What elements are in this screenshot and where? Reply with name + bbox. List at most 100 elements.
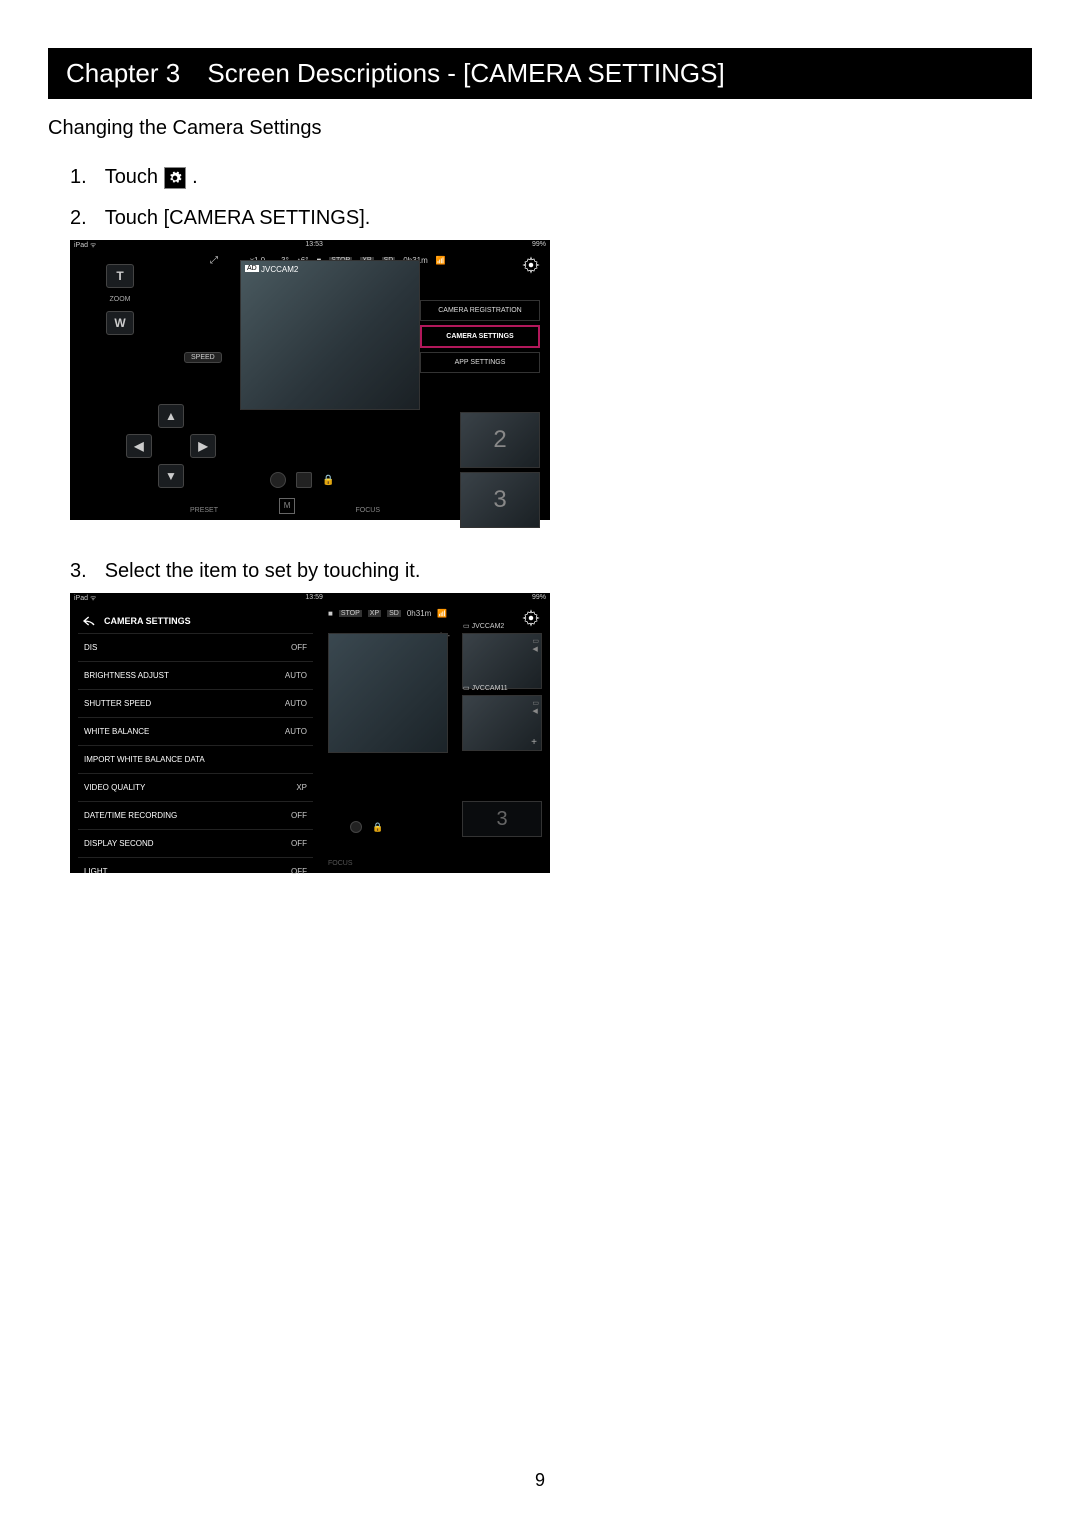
camera-tile-3[interactable]: 3 (462, 801, 542, 837)
camera-live-view[interactable] (328, 633, 448, 753)
chapter-title: Screen Descriptions - [CAMERA SETTINGS] (207, 58, 724, 88)
chapter-number: Chapter 3 (66, 58, 180, 88)
settings-row-value: AUTO (285, 671, 307, 680)
screenshot-2-container: iPad ᯤ 13:59 99% CAMERA SETTINGS DIS OFF B… (70, 593, 1032, 873)
step-1-num: 1. (70, 166, 87, 189)
step-2: 2. Touch [CAMERA SETTINGS]. (70, 207, 1032, 230)
pan-tilt-dpad: ▲ ▼ ◀ ▶ (116, 400, 226, 510)
settings-row[interactable]: DISPLAY SECOND OFF (78, 829, 313, 857)
zoom-tele-button[interactable]: T (106, 264, 134, 288)
screenshot-1: iPad ᯤ 13:53 99% ⤢ x1.0 →3° ↑6° ■ STOP X… (70, 240, 550, 520)
step-3: 3. Select the item to set by touching it… (70, 560, 1032, 583)
menu-camera-registration[interactable]: CAMERA REGISTRATION (420, 300, 540, 321)
settings-row-value: OFF (291, 839, 307, 848)
record-button[interactable] (350, 821, 362, 833)
settings-row-label: DIS (84, 643, 97, 652)
speed-button[interactable]: SPEED (184, 352, 222, 363)
bottom-row: PRESET FOCUS (190, 498, 380, 514)
status-battery: 99% (532, 594, 546, 603)
section-subheading: Changing the Camera Settings (48, 117, 1032, 140)
lock-icon: 🔒 (372, 822, 383, 833)
preset-icon[interactable] (279, 498, 295, 514)
zoom-wide-button[interactable]: W (106, 311, 134, 335)
menu-app-settings[interactable]: APP SETTINGS (420, 352, 540, 373)
status-time: 13:53 (305, 241, 323, 250)
camera-thumbnail-column: ▭JVCCAM2 ▭◀ ▭JVCCAM11 ▭◀ + (462, 633, 542, 751)
settings-row-label: LIGHT (84, 867, 108, 876)
back-icon[interactable] (82, 615, 98, 627)
step-3-text: Select the item to set by touching it. (105, 560, 421, 583)
step-1: 1. Touch . (70, 166, 1032, 189)
status-bar: iPad ᯤ 13:53 99% (70, 240, 550, 251)
settings-row[interactable]: LIGHTOFF (78, 857, 313, 885)
chapter-header: Chapter 3 Screen Descriptions - [CAMERA … (48, 48, 1032, 99)
camera-settings-panel: CAMERA SETTINGS DIS OFF BRIGHTNESS ADJUST A… (78, 609, 313, 865)
thumb-1-label: JVCCAM2 (472, 623, 505, 630)
plus-icon: + (531, 737, 537, 748)
camera-tile-3[interactable]: 3 (460, 472, 540, 528)
step-3-num: 3. (70, 560, 87, 583)
settings-row[interactable]: WHITE BALANCE AUTO (78, 717, 313, 745)
camera-thumb-2[interactable]: ▭JVCCAM11 ▭◀ + (462, 695, 542, 751)
step-1-period: . (192, 166, 198, 189)
settings-row-value: XP (296, 783, 307, 792)
sd-badge: SD (387, 610, 401, 617)
cam-name: JVCCAM2 (261, 265, 298, 274)
step-2-num: 2. (70, 207, 87, 230)
lock-icon: 🔒 (322, 475, 334, 486)
status-battery: 99% (532, 241, 546, 250)
gear-icon (164, 167, 186, 189)
settings-row-label: VIDEO QUALITY (84, 783, 145, 792)
zoom-column: T ZOOM W (106, 264, 134, 335)
settings-row[interactable]: BRIGHTNESS ADJUST AUTO (78, 661, 313, 689)
camera-live-view[interactable]: AD JVCCAM2 (240, 260, 420, 410)
menu-camera-settings[interactable]: CAMERA SETTINGS (420, 325, 540, 348)
settings-row-value: AUTO (285, 699, 307, 708)
screenshot-1-container: iPad ᯤ 13:53 99% ⤢ x1.0 →3° ↑6° ■ STOP X… (70, 240, 1032, 520)
top-info-row-2: ■ STOP XP SD 0h31m 📶 (328, 609, 447, 618)
settings-gear-button[interactable] (522, 609, 540, 627)
settings-row-value: OFF (291, 811, 307, 820)
settings-gear-button[interactable] (522, 256, 540, 274)
status-device: iPad ᯤ (74, 594, 96, 603)
settings-row-label: DISPLAY SECOND (84, 839, 154, 848)
dpad-up-button[interactable]: ▲ (158, 404, 184, 428)
step-1-text: Touch (105, 166, 158, 189)
preset-label: PRESET (190, 507, 218, 514)
dpad-left-button[interactable]: ◀ (126, 434, 152, 458)
stop-button[interactable] (296, 472, 312, 488)
settings-row[interactable]: IMPORT WHITE BALANCE DATA (78, 745, 313, 773)
rec-duration: 0h31m (407, 609, 431, 618)
step-2-text: Touch [CAMERA SETTINGS]. (105, 207, 371, 230)
settings-row-label: IMPORT WHITE BALANCE DATA (84, 755, 205, 764)
settings-row[interactable]: VIDEO QUALITY XP (78, 773, 313, 801)
sd-icon: ▭ (463, 684, 470, 692)
dpad-down-button[interactable]: ▼ (158, 464, 184, 488)
stop-badge: STOP (339, 610, 362, 617)
record-button[interactable] (270, 472, 286, 488)
page-number: 9 (0, 1470, 1080, 1491)
settings-panel-title: CAMERA SETTINGS (104, 616, 191, 626)
screenshot-2: iPad ᯤ 13:59 99% CAMERA SETTINGS DIS OFF B… (70, 593, 550, 873)
settings-row[interactable]: DIS OFF (78, 633, 313, 661)
camera-thumb-1[interactable]: ▭JVCCAM2 ▭◀ (462, 633, 542, 689)
cam-tag: AD (245, 265, 259, 272)
focus-label: FOCUS (328, 860, 353, 867)
sd-icon: ▭ (463, 622, 470, 630)
settings-row-value: AUTO (285, 727, 307, 736)
settings-row-label: WHITE BALANCE (84, 727, 149, 736)
settings-row-value: OFF (291, 643, 307, 652)
settings-menu: CAMERA REGISTRATION CAMERA SETTINGS APP … (420, 300, 540, 373)
expand-icon[interactable]: ⤢ (210, 255, 218, 266)
settings-row-label: SHUTTER SPEED (84, 699, 151, 708)
antenna-icon: 📶 (436, 256, 446, 265)
settings-row[interactable]: DATE/TIME RECORDINGOFF (78, 801, 313, 829)
camera-tile-2[interactable]: 2 (460, 412, 540, 468)
antenna-icon: 📶 (437, 609, 447, 618)
settings-row-label: BRIGHTNESS ADJUST (84, 671, 169, 680)
settings-row[interactable]: SHUTTER SPEED AUTO (78, 689, 313, 717)
xp-badge: XP (368, 610, 381, 617)
thumb-2-label: JVCCAM11 (472, 685, 508, 692)
status-time: 13:59 (305, 594, 323, 603)
dpad-right-button[interactable]: ▶ (190, 434, 216, 458)
